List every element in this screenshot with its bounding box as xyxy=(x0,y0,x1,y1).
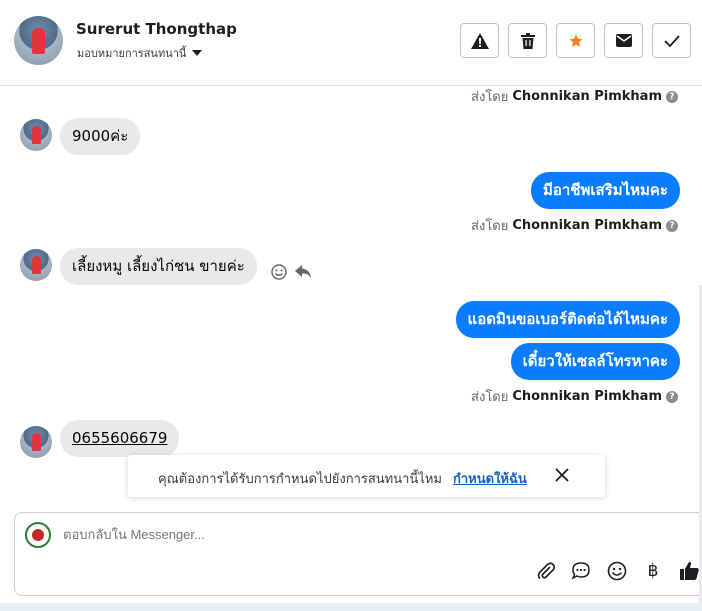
mark-unread-button[interactable] xyxy=(604,23,643,58)
assign-dropdown[interactable]: มอบหมายการสนทนานี้ xyxy=(77,44,203,62)
customer-avatar-small[interactable] xyxy=(20,426,52,458)
mail-icon xyxy=(615,34,632,47)
conversation-header: Surerut Thongthap มอบหมายการสนทนานี้ xyxy=(0,0,702,86)
emoji-icon xyxy=(607,561,627,581)
reply-icon[interactable] xyxy=(295,265,312,279)
like-icon xyxy=(680,561,699,580)
mark-done-button[interactable] xyxy=(652,23,691,58)
message-thread: ส่งโดย Chonnikan Pimkham ? 9000ค่ะ มีอาช… xyxy=(0,86,702,458)
page-logo-avatar xyxy=(25,522,51,548)
sent-by-prefix: ส่งโดย xyxy=(471,219,509,234)
agent-name[interactable]: Chonnikan Pimkham xyxy=(512,389,662,404)
delete-button[interactable] xyxy=(508,23,547,58)
outgoing-message[interactable]: เดี๋ยวให้เซลล์โทรหาคะ xyxy=(510,343,680,380)
payment-button[interactable]: ฿ xyxy=(640,559,666,583)
reply-input[interactable] xyxy=(63,527,463,542)
agent-name[interactable]: Chonnikan Pimkham xyxy=(512,218,662,233)
attachment-icon xyxy=(537,562,556,580)
star-button[interactable] xyxy=(556,23,595,58)
info-icon[interactable]: ? xyxy=(666,219,678,232)
star-icon xyxy=(568,33,583,47)
phone-number-message[interactable]: 0655606679 xyxy=(60,420,180,457)
sent-by-line: ส่งโดย Chonnikan Pimkham ? xyxy=(471,386,678,407)
assign-banner-text: คุณต้องการได้รับการกำหนดไปยังการสนทนานี้… xyxy=(158,472,442,487)
assign-label: มอบหมายการสนทนานี้ xyxy=(77,47,187,60)
assign-to-me-link[interactable]: กำหนดให้ฉัน xyxy=(453,468,527,489)
inbox-conversation: Surerut Thongthap มอบหมายการสนทนานี้ ส่ง… xyxy=(0,0,702,611)
emoji-button[interactable] xyxy=(604,559,630,583)
outgoing-message[interactable]: มีอาชีพเสริมไหมคะ xyxy=(530,172,680,209)
saved-replies-button[interactable] xyxy=(568,559,594,583)
baht-icon: ฿ xyxy=(647,561,659,581)
info-icon[interactable]: ? xyxy=(666,390,678,403)
customer-avatar-small[interactable] xyxy=(20,119,52,151)
customer-avatar[interactable] xyxy=(14,16,63,65)
customer-name[interactable]: Surerut Thongthap xyxy=(76,20,237,38)
outgoing-message[interactable]: แอดมินขอเบอร์ติดต่อได้ไหมคะ xyxy=(455,301,680,338)
trash-icon xyxy=(520,32,535,49)
info-icon[interactable]: ? xyxy=(666,90,678,103)
agent-name[interactable]: Chonnikan Pimkham xyxy=(512,89,662,104)
chevron-down-icon xyxy=(192,50,203,56)
message-actions xyxy=(271,264,312,280)
incoming-message[interactable]: เลี้ยงหมู เลี้ยงไก่ชน ขายค่ะ xyxy=(60,248,257,285)
bottom-strip xyxy=(0,603,702,611)
react-emoji-icon[interactable] xyxy=(271,264,287,280)
sent-by-prefix: ส่งโดย xyxy=(471,390,509,405)
reply-composer: ฿ xyxy=(14,512,702,596)
incoming-message[interactable]: 9000ค่ะ xyxy=(60,118,141,155)
saved-reply-icon xyxy=(571,562,590,580)
assign-banner: คุณต้องการได้รับการกำหนดไปยังการสนทนานี้… xyxy=(128,455,605,497)
close-icon[interactable] xyxy=(554,467,570,483)
customer-avatar-small[interactable] xyxy=(20,249,52,281)
warning-icon xyxy=(470,32,489,49)
sent-by-line: ส่งโดย Chonnikan Pimkham ? xyxy=(471,215,678,236)
check-icon xyxy=(663,34,680,47)
sent-by-prefix: ส่งโดย xyxy=(471,90,509,105)
report-button[interactable] xyxy=(460,23,499,58)
sent-by-line: ส่งโดย Chonnikan Pimkham ? xyxy=(471,86,678,107)
attach-button[interactable] xyxy=(533,559,559,583)
